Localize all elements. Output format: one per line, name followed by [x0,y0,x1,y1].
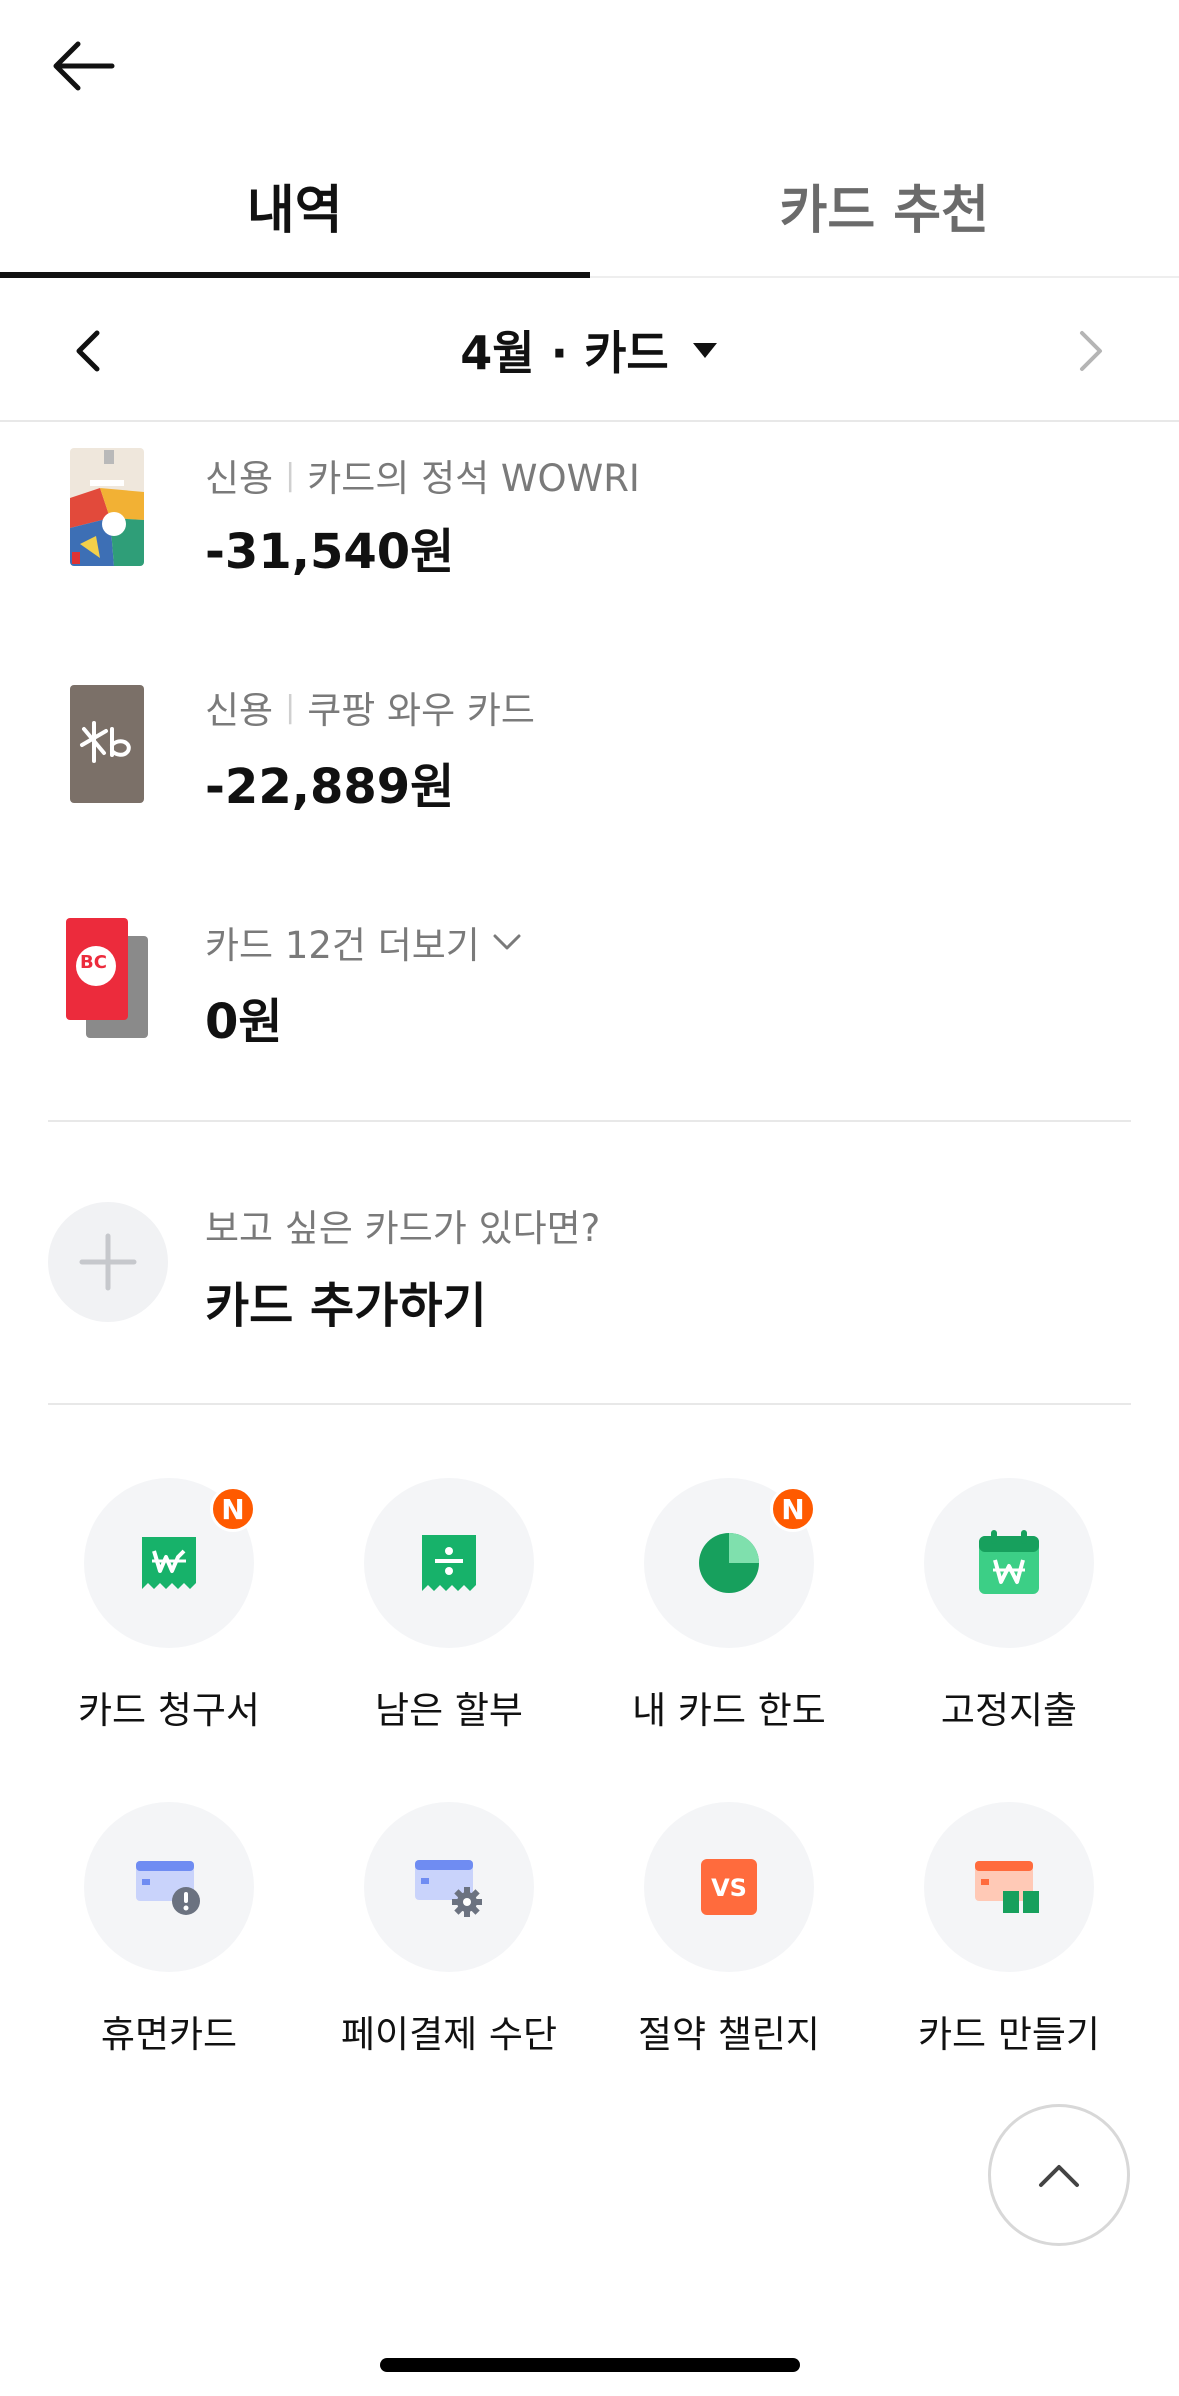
menu-label: 카드 만들기 [918,2013,1100,2056]
card-meta: 신용 | 카드의 정석 WOWRI [205,448,640,502]
card-meta: 신용 | 쿠팡 와우 카드 [205,680,535,734]
new-badge: N [210,1486,256,1532]
card-bill-icon [142,1537,196,1589]
scroll-top-button[interactable] [988,2104,1130,2246]
card-create-icon [975,1861,1039,1913]
chevron-right-icon [1080,331,1102,371]
caret-down-icon [692,343,717,358]
card-name: 카드의 정석 WOWRI [307,457,640,500]
chevron-left-icon [76,330,100,372]
svg-text:BC: BC [80,952,107,973]
month-selector: 4월 · 카드 [0,280,1179,422]
more-cards-label: 카드 12건 더보기 [205,924,480,967]
menu-pay-method[interactable]: 페이결제 수단 [304,1802,594,2082]
month-title-label: 4월 · 카드 [460,326,669,380]
card-image-wowri [70,448,144,566]
card-amount: -31,540원 [205,524,455,580]
card-type: 신용 [205,457,274,500]
menu-card-bill[interactable]: N 카드 청구서 [24,1478,314,1758]
menu-icon-circle: VS [644,1802,814,1972]
installment-icon [422,1535,476,1591]
card-settings-icon [415,1860,482,1917]
home-indicator [380,2358,800,2372]
meta-separator: | [285,689,296,725]
month-dropdown[interactable]: 4월 · 카드 [460,317,718,383]
chevron-up-icon [1039,2165,1079,2187]
section-divider [48,1120,1131,1122]
tab-card-recommend[interactable]: 카드 추천 [590,150,1179,260]
add-card-button[interactable] [48,1202,168,1322]
add-card-title: 카드 추가하기 [205,1278,487,1334]
menu-saving-challenge[interactable]: VS 절약 챌린지 [584,1802,874,2082]
card-name: 쿠팡 와우 카드 [307,689,535,732]
menu-icon-circle [924,1802,1094,1972]
meta-separator: | [285,457,296,493]
menu-label: 카드 청구서 [78,1689,260,1732]
svg-text:VS: VS [711,1874,747,1902]
card-stack-image: BC [66,916,152,1042]
tab-history[interactable]: 내역 [0,150,590,260]
menu-label: 남은 할부 [375,1689,523,1732]
menu-installment[interactable]: 남은 할부 [304,1478,594,1758]
tab-bar: 내역 카드 추천 [0,150,1179,278]
menu-create-card[interactable]: 카드 만들기 [864,1802,1154,2082]
add-card-subtitle: 보고 싶은 카드가 있다면? [205,1207,601,1250]
menu-dormant-card[interactable]: 휴면카드 [24,1802,314,2082]
menu-card-limit[interactable]: N 내 카드 한도 [584,1478,874,1758]
vs-icon: VS [701,1859,757,1915]
menu-label: 절약 챌린지 [638,2013,820,2056]
back-button[interactable] [48,30,120,102]
card-amount: 0원 [205,994,283,1050]
dormant-card-icon [136,1861,200,1915]
menu-icon-circle [364,1802,534,1972]
menu-fixed-expense[interactable]: 고정지출 [864,1478,1154,1758]
card-row-wowri[interactable]: 신용 | 카드의 정석 WOWRI -31,540원 [0,430,1179,630]
menu-icon-circle [924,1478,1094,1648]
card-type: 신용 [205,689,274,732]
back-arrow-icon [53,41,115,91]
menu-icon-circle [84,1802,254,1972]
menu-icon-circle [364,1478,534,1648]
pie-chart-icon [699,1533,759,1593]
menu-label: 내 카드 한도 [632,1689,826,1732]
menu-label: 휴면카드 [100,2013,238,2056]
calendar-won-icon [979,1530,1039,1594]
plus-icon [79,1233,137,1291]
card-amount: -22,889원 [205,759,455,815]
card-row-coupang[interactable]: 신용 | 쿠팡 와우 카드 -22,889원 [0,665,1179,865]
card-image-coupang [70,685,144,803]
show-more-cards[interactable]: 카드 12건 더보기 [205,915,522,969]
next-month-button[interactable] [1057,316,1127,386]
menu-label: 페이결제 수단 [340,2013,557,2056]
section-divider [48,1403,1131,1405]
active-tab-indicator [0,272,590,278]
menu-label: 고정지출 [940,1689,1078,1732]
card-row-more[interactable]: BC 카드 12건 더보기 0원 [0,900,1179,1100]
prev-month-button[interactable] [52,316,122,386]
new-badge: N [770,1486,816,1532]
chevron-down-icon [493,934,521,950]
